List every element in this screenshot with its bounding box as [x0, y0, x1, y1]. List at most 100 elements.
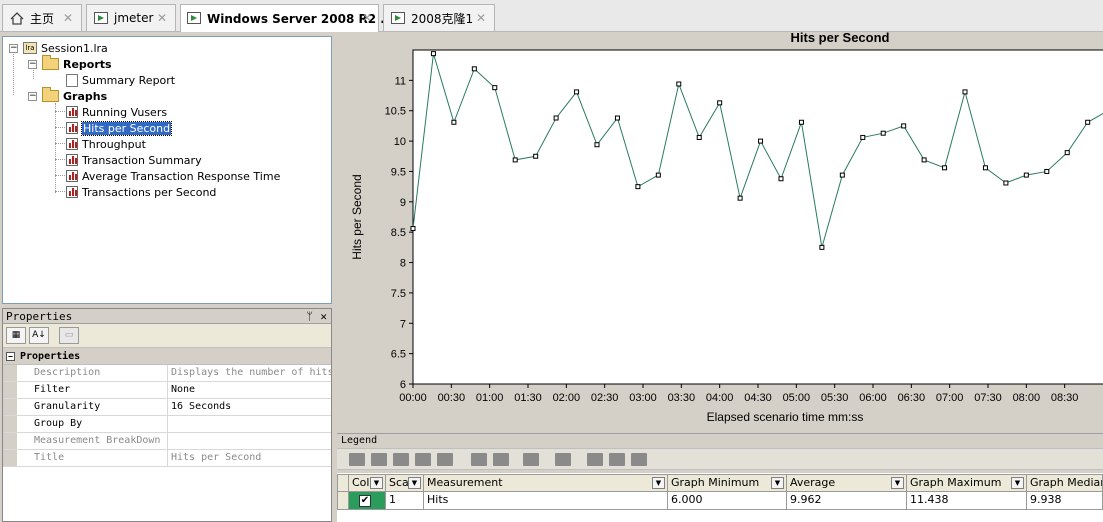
tree-item-running-vusers[interactable]: Running Vusers [66, 104, 167, 120]
column-header-scale[interactable]: Sca ▼ [386, 474, 424, 492]
series-visible-checkbox[interactable]: ✔ [359, 495, 371, 507]
dropdown-icon[interactable]: ▼ [891, 477, 904, 489]
data-point[interactable] [962, 89, 968, 95]
close-icon[interactable]: ✕ [63, 11, 73, 25]
close-icon[interactable]: ✕ [362, 11, 372, 25]
data-point[interactable] [798, 119, 804, 125]
data-point[interactable] [512, 157, 518, 163]
column-header-graph-median[interactable]: Graph Median [1027, 474, 1103, 492]
column-header-graph-minimum[interactable]: Graph Minimum ▼ [668, 474, 787, 492]
tree-item-transactions-per-second[interactable]: Transactions per Second [66, 184, 216, 200]
data-point[interactable] [1085, 119, 1091, 125]
property-row-filter[interactable]: Filter None [3, 382, 331, 399]
data-point[interactable] [1003, 180, 1009, 186]
data-point[interactable] [614, 115, 620, 121]
data-point[interactable] [778, 176, 784, 182]
property-category[interactable]: − Properties [3, 348, 331, 365]
dropdown-icon[interactable]: ▼ [652, 477, 665, 489]
property-row-group-by[interactable]: Group By [3, 416, 331, 433]
data-point[interactable] [574, 89, 580, 95]
column-header-color[interactable]: Col ▼ [349, 474, 386, 492]
property-row-title[interactable]: Title Hits per Second [3, 450, 331, 467]
data-point[interactable] [921, 157, 927, 163]
filter-icon[interactable] [371, 453, 387, 466]
tree-item-hits-per-second[interactable]: Hits per Second [66, 120, 173, 136]
export-icon[interactable] [587, 453, 603, 466]
data-point[interactable] [1064, 150, 1070, 156]
scale-icon[interactable] [523, 453, 539, 466]
tab-2008-clone[interactable]: 2008克隆1 ✕ [383, 4, 495, 31]
sort-alpha-icon[interactable]: A↓ [29, 327, 49, 344]
property-value[interactable]: None [168, 382, 331, 398]
data-point[interactable] [492, 85, 498, 91]
categorized-icon[interactable]: ▦ [6, 327, 26, 344]
dropdown-icon[interactable]: ▼ [771, 477, 784, 489]
data-point[interactable] [737, 195, 743, 201]
configure-icon[interactable] [349, 453, 365, 466]
column-header-measurement[interactable]: Measurement ▼ [424, 474, 668, 492]
column-header-average[interactable]: Average ▼ [787, 474, 907, 492]
tree-item-transaction-summary[interactable]: Transaction Summary [66, 152, 202, 168]
property-value[interactable]: 16 Seconds [168, 399, 331, 415]
property-row-granularity[interactable]: Granularity 16 Seconds [3, 399, 331, 416]
tree-item-reports[interactable]: − Reports [28, 55, 112, 72]
funnel-icon[interactable] [437, 453, 453, 466]
data-point[interactable] [635, 184, 641, 190]
data-point[interactable] [533, 153, 539, 159]
columns-icon[interactable] [555, 453, 571, 466]
data-point[interactable] [1044, 168, 1050, 174]
hits-per-second-graph[interactable]: Hits per Second Hits per Second Elapsed … [337, 32, 1103, 430]
column-header-graph-maximum[interactable]: Graph Maximum ▼ [907, 474, 1027, 492]
data-point[interactable] [901, 123, 907, 129]
legend-row[interactable]: ✔ 1 Hits 6.000 9.962 11.438 9.938 [337, 492, 1103, 510]
series-color-cell[interactable]: ✔ [349, 492, 386, 510]
data-point[interactable] [430, 51, 436, 57]
data-point[interactable] [942, 165, 948, 171]
pin-icon[interactable]: ᛘ [306, 309, 313, 324]
dropdown-icon[interactable]: ▼ [1011, 477, 1024, 489]
data-point[interactable] [451, 119, 457, 125]
hide-icon[interactable] [493, 453, 509, 466]
property-pages-icon[interactable]: ▭ [59, 327, 79, 344]
data-point[interactable] [696, 134, 702, 140]
data-point[interactable] [594, 142, 600, 148]
data-point[interactable] [880, 130, 886, 136]
tree-item-session[interactable]: − lra Session1.lra [9, 40, 108, 56]
copy-icon[interactable] [609, 453, 625, 466]
show-icon[interactable] [471, 453, 487, 466]
dropdown-icon[interactable]: ▼ [408, 477, 421, 489]
data-point[interactable] [839, 172, 845, 178]
tree-item-summary-report[interactable]: Summary Report [66, 72, 175, 88]
tree-item-throughput[interactable]: Throughput [66, 136, 146, 152]
tree-item-avg-response-time[interactable]: Average Transaction Response Time [66, 168, 280, 184]
collapse-icon[interactable]: − [28, 59, 37, 69]
property-value[interactable] [168, 416, 331, 432]
link-icon[interactable] [415, 453, 431, 466]
group-icon[interactable] [393, 453, 409, 466]
dropdown-icon[interactable]: ▼ [370, 477, 383, 489]
save-icon[interactable] [631, 453, 647, 466]
collapse-icon[interactable]: − [9, 43, 18, 53]
collapse-icon[interactable]: − [6, 351, 15, 361]
data-point[interactable] [676, 81, 682, 87]
tab-jmeter[interactable]: jmeter ✕ [86, 4, 176, 31]
data-point[interactable] [819, 244, 825, 250]
tab-windows-server[interactable]: Windows Server 2008 R2 ... ✕ [180, 4, 394, 32]
property-row-description[interactable]: Description Displays the number of hits [3, 365, 331, 382]
data-point[interactable] [471, 66, 477, 72]
data-point[interactable] [410, 226, 416, 232]
tree-item-graphs[interactable]: − Graphs [28, 87, 107, 104]
data-point[interactable] [982, 165, 988, 171]
data-point[interactable] [1023, 172, 1029, 178]
data-point[interactable] [758, 138, 764, 144]
data-point[interactable] [655, 172, 661, 178]
close-icon[interactable]: ✕ [476, 11, 486, 25]
data-point[interactable] [553, 115, 559, 121]
data-point[interactable] [860, 134, 866, 140]
close-icon[interactable]: ✕ [320, 309, 327, 324]
data-point[interactable] [717, 100, 723, 106]
close-icon[interactable]: ✕ [157, 11, 167, 25]
property-row-measurement-breakdown[interactable]: Measurement BreakDown [3, 433, 331, 450]
collapse-icon[interactable]: − [28, 91, 37, 101]
tab-home[interactable]: 主页 ✕ [2, 4, 82, 31]
